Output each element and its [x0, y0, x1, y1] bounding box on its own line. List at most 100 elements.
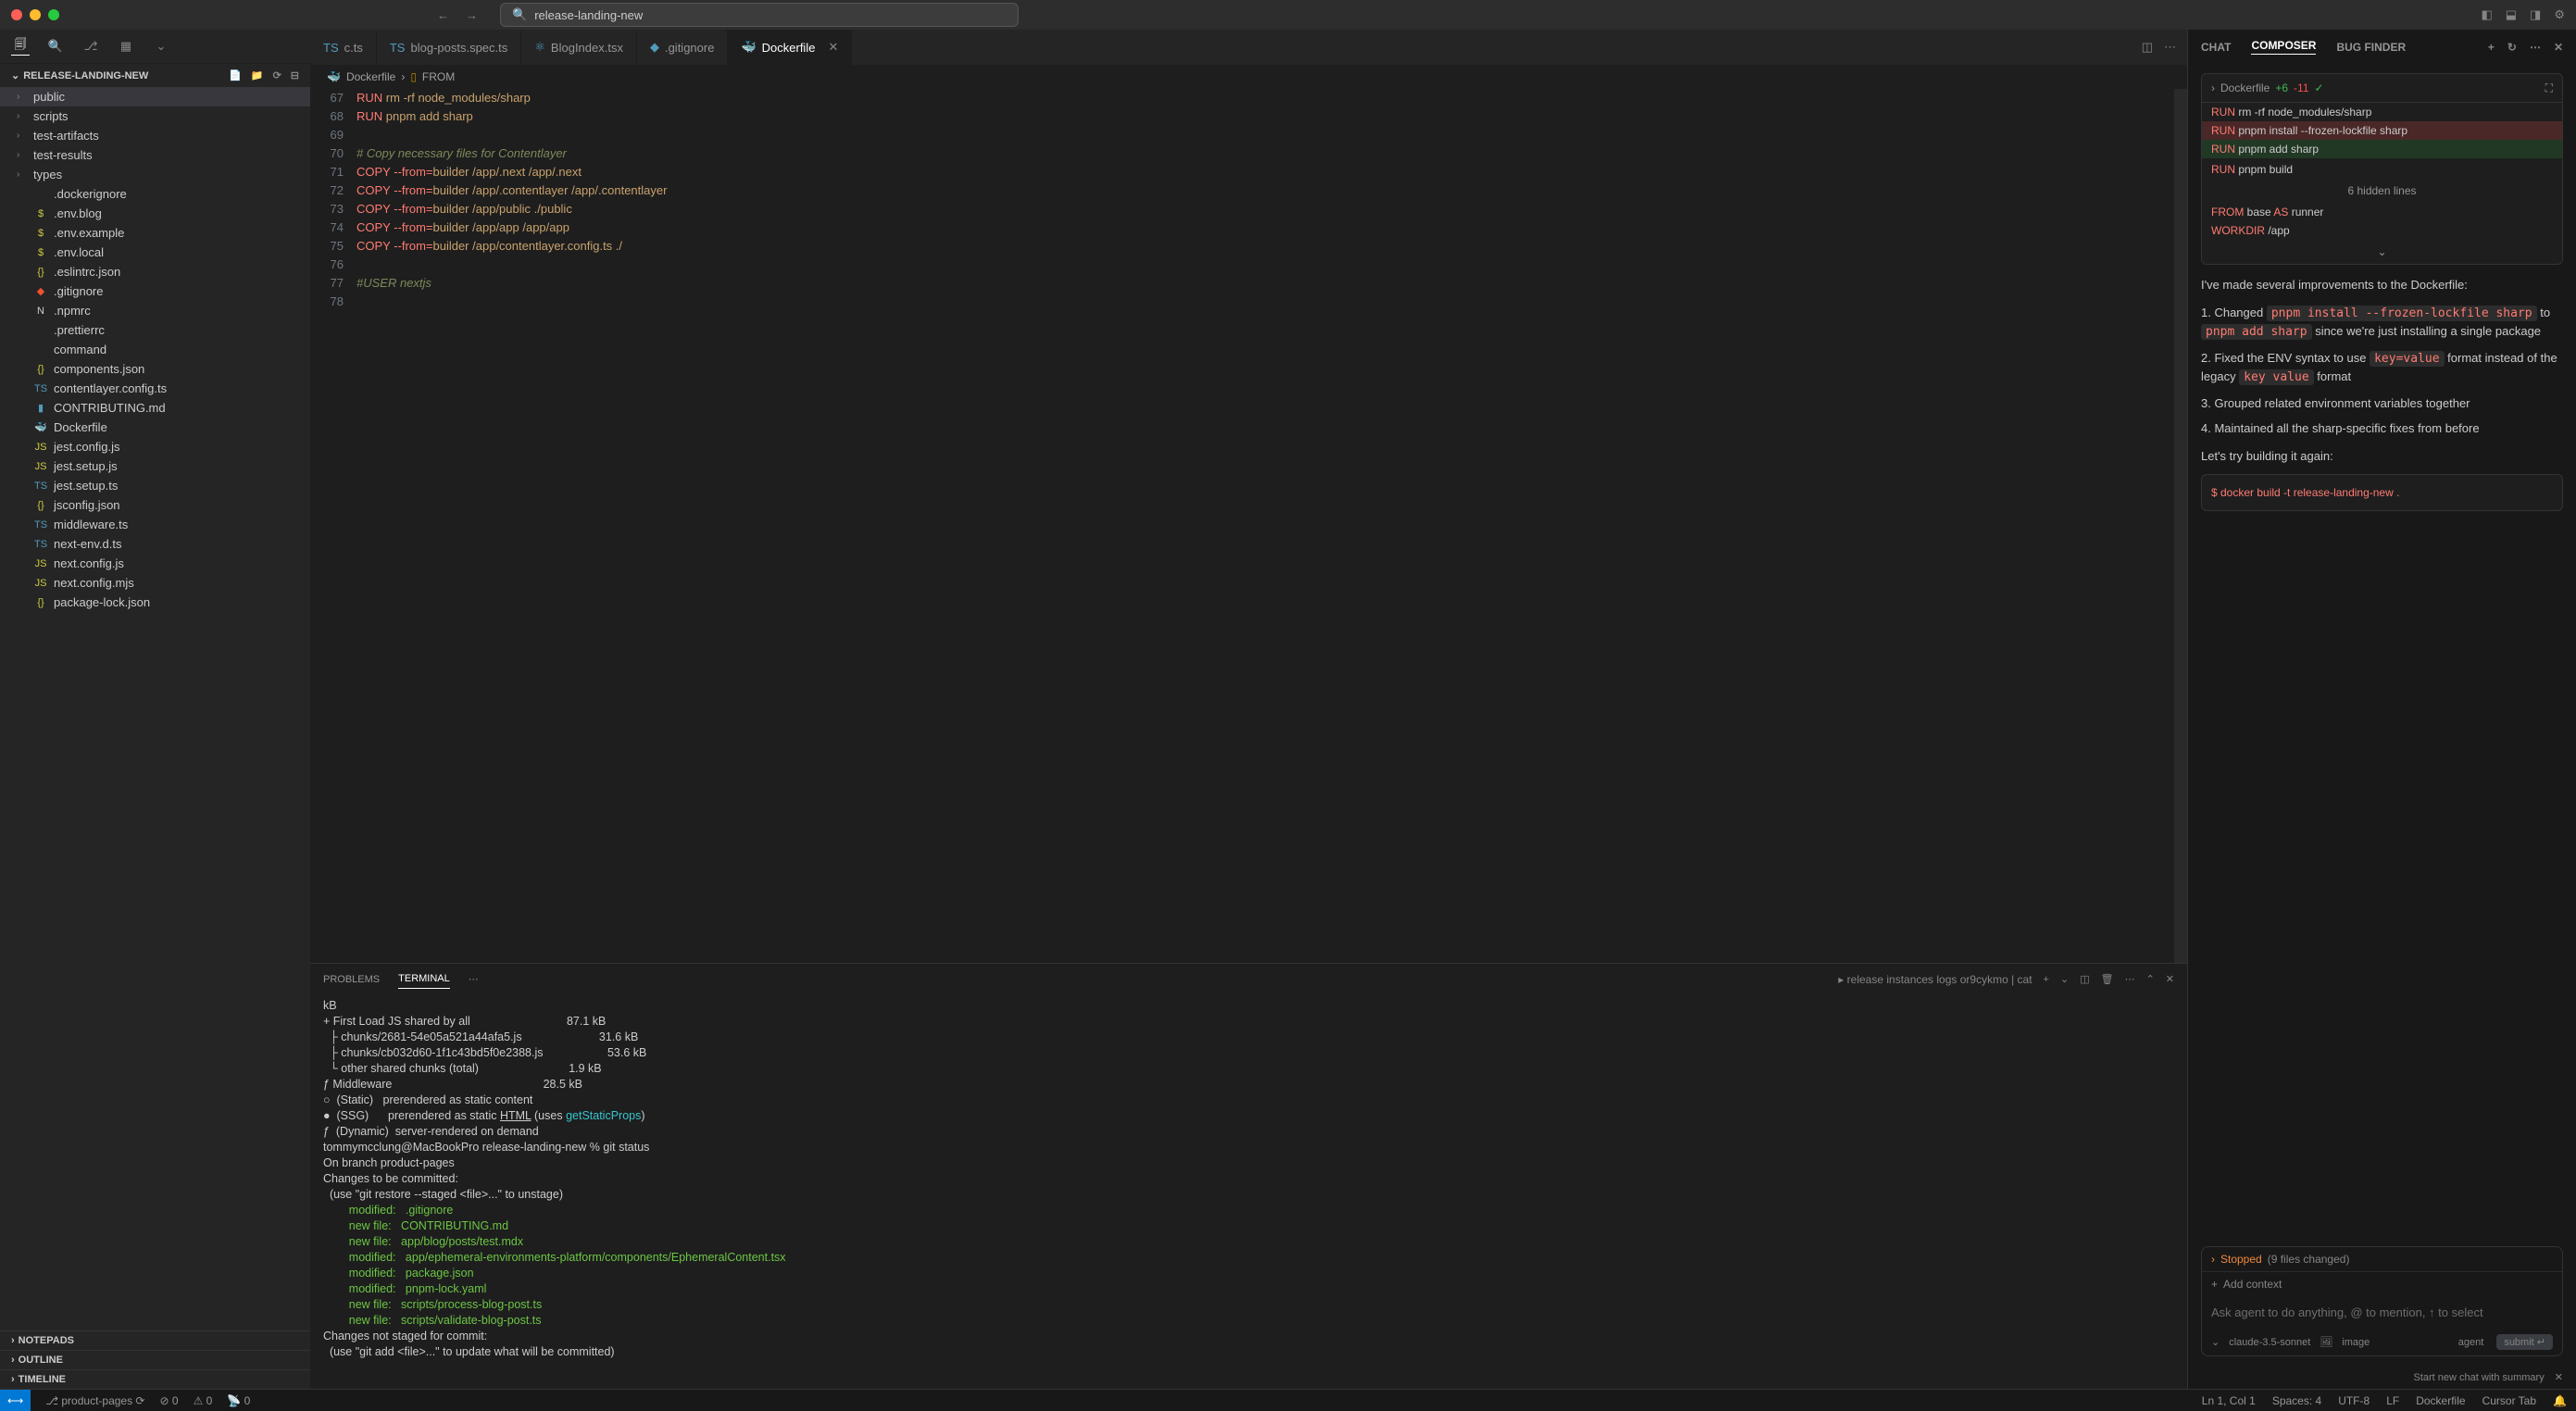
more-chat-icon[interactable]: ⋯ [2530, 41, 2541, 54]
composer-tab[interactable]: COMPOSER [2251, 39, 2316, 55]
extensions-icon[interactable]: ▦ [117, 37, 135, 56]
explorer-icon[interactable]: 🗐 [11, 37, 30, 56]
file-item[interactable]: JSnext.config.js [0, 554, 310, 573]
editor-tab[interactable]: TSblog-posts.spec.ts [377, 30, 521, 65]
hidden-lines[interactable]: 6 hidden lines [2202, 179, 2562, 203]
file-item[interactable]: command [0, 340, 310, 359]
file-item[interactable]: {}package-lock.json [0, 593, 310, 612]
problems-tab[interactable]: PROBLEMS [323, 970, 380, 989]
file-item[interactable]: TSmiddleware.ts [0, 515, 310, 534]
sidebar-section[interactable]: ›NOTEPADS [0, 1330, 310, 1350]
chevron-down-icon[interactable]: ⌄ [152, 37, 170, 56]
file-item[interactable]: .prettierrc [0, 320, 310, 340]
more-tabs-icon[interactable]: ⋯ [2164, 40, 2176, 55]
editor-tab[interactable]: ⚛BlogIndex.tsx [521, 30, 637, 65]
command-search[interactable]: 🔍 release-landing-new [500, 3, 1019, 27]
sidebar-section[interactable]: ›OUTLINE [0, 1350, 310, 1369]
maximize-window[interactable] [48, 9, 59, 20]
minimize-window[interactable] [30, 9, 41, 20]
new-chat-summary[interactable]: Start new chat with summary [2414, 1372, 2545, 1383]
settings-gear-icon[interactable]: ⚙ [2554, 7, 2565, 22]
error-count[interactable]: ⊘ 0 [159, 1394, 178, 1407]
split-editor-icon[interactable]: ◫ [2142, 40, 2153, 55]
remote-indicator[interactable]: ⟷ [0, 1390, 31, 1411]
close-summary-icon[interactable]: ✕ [2555, 1372, 2563, 1383]
file-item[interactable]: ◆.gitignore [0, 281, 310, 301]
close-chat-icon[interactable]: ✕ [2554, 41, 2563, 54]
language-mode[interactable]: Dockerfile [2416, 1394, 2465, 1407]
history-icon[interactable]: ↻ [2507, 41, 2517, 54]
file-item[interactable]: TScontentlayer.config.ts [0, 379, 310, 398]
file-item[interactable]: N.npmrc [0, 301, 310, 320]
bugfinder-tab[interactable]: BUG FINDER [2336, 41, 2406, 54]
file-item[interactable]: JSnext.config.mjs [0, 573, 310, 593]
sidebar-section[interactable]: ›TIMELINE [0, 1369, 310, 1389]
explorer-header[interactable]: ⌄ RELEASE-LANDING-NEW 📄 📁 ⟳ ⊟ [0, 64, 310, 87]
more-icon[interactable]: ⋯ [469, 973, 479, 985]
notifications-icon[interactable]: 🔔 [2553, 1394, 2567, 1407]
collapse-icon[interactable]: ⊟ [291, 69, 299, 81]
agent-mode[interactable]: agent [2458, 1337, 2484, 1348]
add-terminal-icon[interactable]: + [2044, 974, 2049, 985]
file-item[interactable]: {}jsconfig.json [0, 495, 310, 515]
terminal-output[interactable]: kB+ First Load JS shared by all 87.1 kB … [310, 994, 2187, 1389]
maximize-panel-icon[interactable]: ⌃ [2146, 973, 2155, 985]
shell-dropdown[interactable]: ▸ release instances logs or9cykmo | cat [1838, 973, 2032, 986]
chevron-right-icon[interactable]: › [2211, 1253, 2215, 1266]
split-terminal-icon[interactable]: ◫ [2080, 973, 2089, 985]
editor-tab[interactable]: 🐳Dockerfile✕ [728, 30, 852, 65]
layout-bottom-icon[interactable]: ⬓ [2506, 7, 2517, 22]
cursor-tab[interactable]: Cursor Tab [2482, 1394, 2536, 1407]
new-file-icon[interactable]: 📄 [229, 69, 242, 81]
cursor-position[interactable]: Ln 1, Col 1 [2202, 1394, 2256, 1407]
minimap[interactable] [2174, 89, 2187, 963]
folder-item[interactable]: ›types [0, 165, 310, 184]
split-terminal-chevron-icon[interactable]: ⌄ [2060, 973, 2069, 985]
folder-item[interactable]: ›test-results [0, 145, 310, 165]
file-item[interactable]: ▮CONTRIBUTING.md [0, 398, 310, 418]
chat-tab[interactable]: CHAT [2201, 41, 2231, 54]
add-context-icon[interactable]: + [2211, 1278, 2218, 1291]
new-folder-icon[interactable]: 📁 [251, 69, 264, 81]
indent-setting[interactable]: Spaces: 4 [2272, 1394, 2321, 1407]
file-item[interactable]: TSnext-env.d.ts [0, 534, 310, 554]
editor-tab[interactable]: ◆.gitignore [637, 30, 728, 65]
file-item[interactable]: $.env.example [0, 223, 310, 243]
search-sidebar-icon[interactable]: 🔍 [46, 37, 65, 56]
kill-terminal-icon[interactable]: 🗑 [2101, 973, 2114, 985]
file-item[interactable]: 🐳Dockerfile [0, 418, 310, 437]
add-context[interactable]: Add context [2223, 1278, 2282, 1291]
folder-item[interactable]: ›test-artifacts [0, 126, 310, 145]
nav-back-icon[interactable]: ← [437, 8, 449, 22]
expand-diff-icon[interactable]: ⛶ [2545, 80, 2553, 96]
file-item[interactable]: $.env.local [0, 243, 310, 262]
eol[interactable]: LF [2386, 1394, 2399, 1407]
editor-tab[interactable]: TSc.ts [310, 30, 377, 65]
submit-button[interactable]: submit ↵ [2496, 1334, 2553, 1350]
more-terminal-icon[interactable]: ⋯ [2125, 973, 2135, 985]
close-panel-icon[interactable]: ✕ [2166, 973, 2174, 985]
chevron-right-icon[interactable]: › [2211, 80, 2215, 96]
model-selector[interactable]: claude-3.5-sonnet [2229, 1337, 2310, 1348]
folder-item[interactable]: ›public [0, 87, 310, 106]
encoding[interactable]: UTF-8 [2338, 1394, 2370, 1407]
terminal-tab[interactable]: TERMINAL [398, 969, 450, 989]
refresh-icon[interactable]: ⟳ [273, 69, 281, 81]
chat-input[interactable]: Ask agent to do anything, @ to mention, … [2202, 1296, 2562, 1329]
file-item[interactable]: {}components.json [0, 359, 310, 379]
file-item[interactable]: JSjest.setup.js [0, 456, 310, 476]
close-window[interactable] [11, 9, 22, 20]
nav-forward-icon[interactable]: → [466, 8, 478, 22]
source-control-icon[interactable]: ⎇ [81, 37, 100, 56]
image-attach-icon[interactable]: 🖼 [2320, 1336, 2332, 1348]
new-chat-icon[interactable]: + [2488, 41, 2495, 54]
layout-left-icon[interactable]: ◧ [2481, 7, 2492, 22]
branch-indicator[interactable]: ⎇ product-pages ⟳ [45, 1394, 144, 1407]
ports-count[interactable]: 📡 0 [227, 1394, 250, 1407]
folder-item[interactable]: ›scripts [0, 106, 310, 126]
expand-icon[interactable]: ⌄ [2202, 240, 2562, 264]
file-item[interactable]: $.env.blog [0, 204, 310, 223]
breadcrumb[interactable]: 🐳 Dockerfile › ▯ FROM [310, 65, 2187, 89]
file-item[interactable]: {}.eslintrc.json [0, 262, 310, 281]
file-item[interactable]: JSjest.config.js [0, 437, 310, 456]
